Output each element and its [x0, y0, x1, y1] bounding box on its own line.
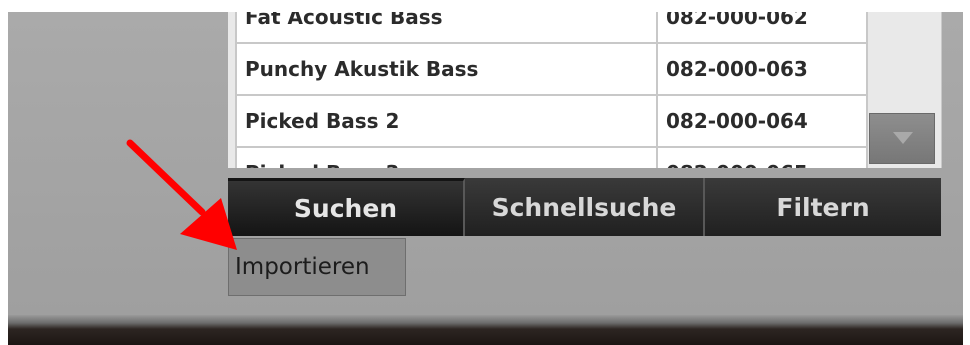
- red-arrow-icon: [126, 139, 237, 250]
- red-arrow-shaft: [126, 139, 206, 216]
- red-arrow-head: [180, 198, 237, 250]
